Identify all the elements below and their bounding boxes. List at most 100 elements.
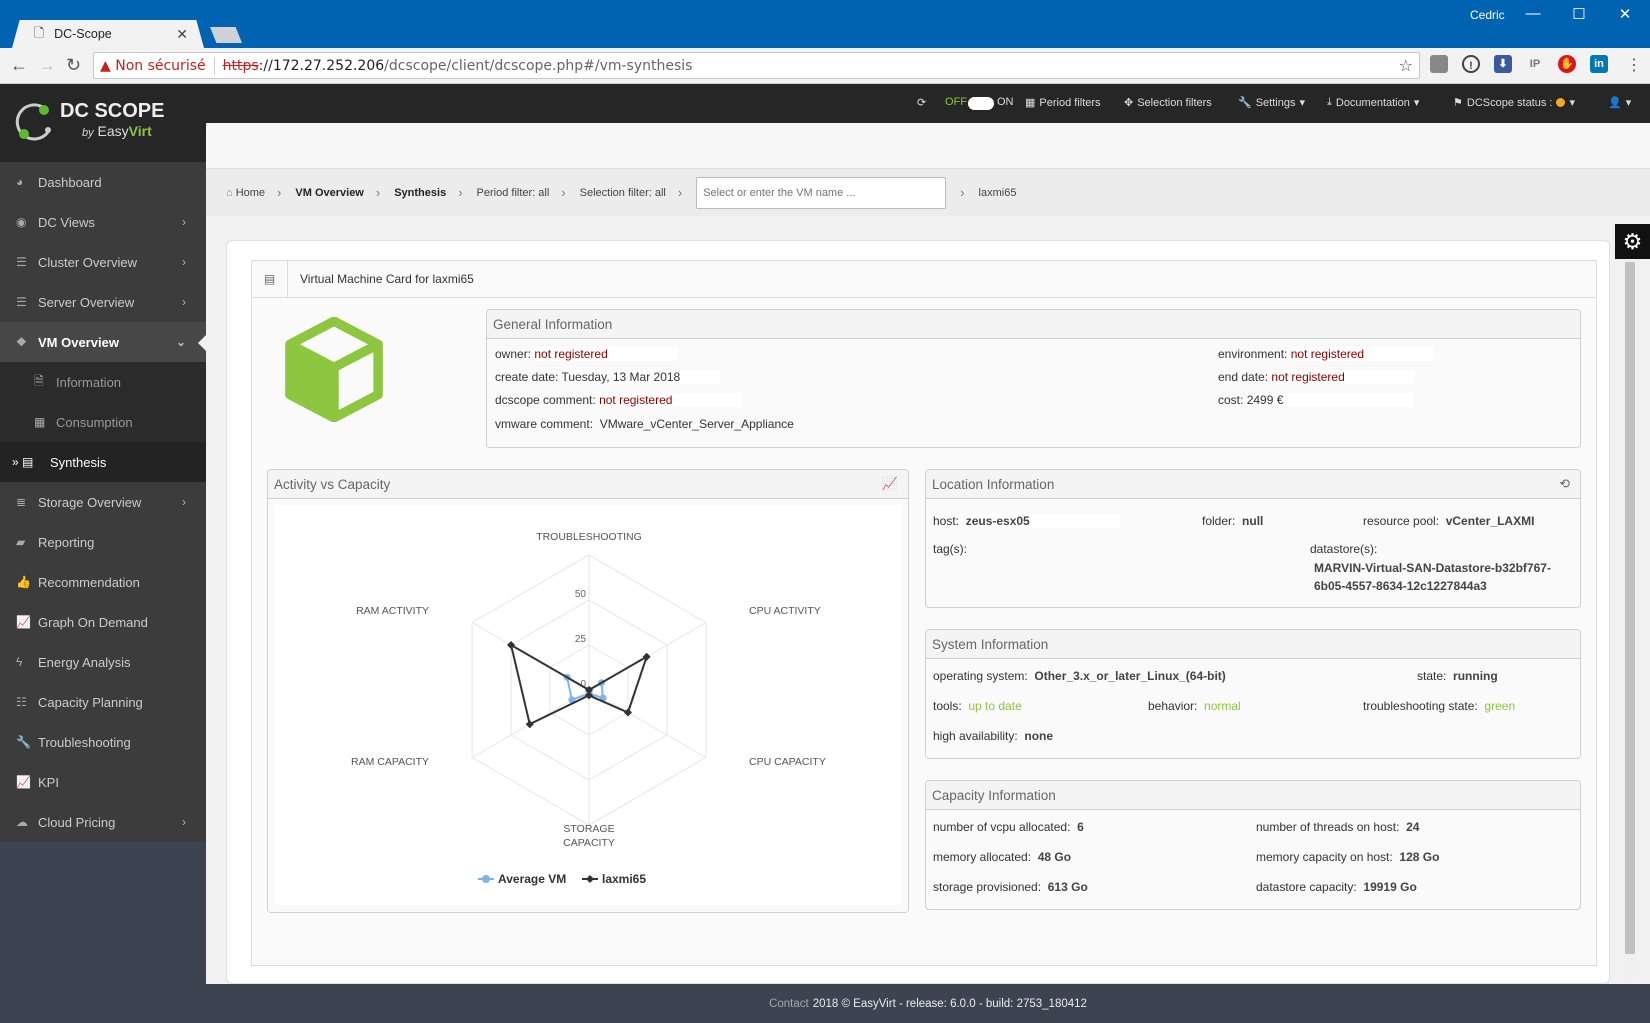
table-icon: ▦ [34,415,46,429]
flag-icon: ⚑ [1453,97,1463,109]
status-menu[interactable]: ⚑ DCScope status : ▾ [1453,96,1575,110]
settings-label: Settings [1255,96,1296,109]
id-card-icon: » ▤ [12,455,34,469]
user-icon: 👤 [1608,97,1622,109]
download-extension-icon[interactable]: ⬇ [1494,55,1512,73]
download-icon: ⤓ [1327,96,1332,108]
gears-settings-button[interactable]: ⚙ [1615,224,1650,259]
sidebar-item-label: DC Views [38,214,95,230]
adblock-icon[interactable]: ✋ [1558,55,1576,73]
memory-allocated-value: 48 Go [1037,850,1072,864]
contact-link[interactable]: Contact [769,998,809,1010]
breadcrumb-synthesis[interactable]: Synthesis [394,187,446,199]
close-tab-icon[interactable]: ✕ [176,26,188,43]
sidebar-item-kpi[interactable]: 📈 KPI [0,762,206,802]
sidebar-item-cloud-pricing[interactable]: ☁ Cloud Pricing › [0,802,206,842]
data-point [525,720,534,729]
active-indicator [198,335,206,351]
sidebar-item-energy-analysis[interactable]: ϟ Energy Analysis [0,642,206,682]
sidebar-item-capacity-planning[interactable]: ☷ Capacity Planning [0,682,206,722]
sidebar-item-server-overview[interactable]: ☰ Server Overview › [0,282,206,322]
sidebar-item-storage-overview[interactable]: ≣ Storage Overview › [0,482,206,522]
menu-icon[interactable]: ⋮ [1626,55,1642,75]
logo[interactable]: DC SCOPE by EasyVirt [0,84,206,162]
extension-icon[interactable] [1430,55,1448,73]
sidebar-item-synthesis[interactable]: » ▤ Synthesis [0,442,206,482]
selection-filters-button[interactable]: ✥ Selection filters [1124,96,1212,110]
legend-item: Average VM [498,872,566,886]
reload-icon[interactable]: ↻ [66,55,81,76]
chevron-right-icon: › [677,185,683,200]
breadcrumb-selection-filter[interactable]: Selection filter: all [580,187,666,199]
sidebar-item-cluster-overview[interactable]: ☰ Cluster Overview › [0,242,206,282]
sidebar-item-information[interactable]: 🗎 Information [0,362,206,402]
sidebar-item-label: VM Overview [38,334,119,350]
breadcrumb-home[interactable]: ⌂ Home [226,187,265,199]
close-window-icon[interactable]: ✕ [1610,5,1640,23]
settings-menu[interactable]: 🔧 Settings ▾ [1238,96,1305,110]
ip-extension-icon[interactable]: IP [1526,55,1544,73]
home-icon: ⌂ [226,186,236,199]
bookmark-star-icon[interactable]: ☆ [1399,56,1413,75]
database-icon: ≣ [16,495,27,509]
sliders-icon: ☷ [16,695,27,709]
page-header-area [206,123,1650,168]
user-menu[interactable]: 👤 ▾ [1608,96,1631,109]
panel-title: Capacity Information [926,781,1580,810]
breadcrumb: ⌂ Home › VM Overview › Synthesis › Period f… [206,168,1650,216]
sidebar-item-label: Consumption [56,414,133,430]
file-icon: 🗎 [34,373,44,388]
sidebar-item-label: Reporting [38,534,95,550]
id-card-icon: ▤ [252,260,288,298]
tags-label: tag(s): [933,542,968,556]
resource-pool-label: resource pool: [1363,514,1440,528]
sidebar-item-label: Capacity Planning [38,694,143,710]
logo-brand-virt: Virt [128,123,152,139]
minimize-icon[interactable]: — [1518,5,1548,22]
back-icon[interactable]: ← [10,55,28,76]
sidebar-item-graph-on-demand[interactable]: 📈 Graph On Demand [0,602,206,642]
breadcrumb-period-filter[interactable]: Period filter: all [477,187,550,199]
sidebar-item-reporting[interactable]: ▰ Reporting [0,522,206,562]
tools-value: up to date [968,699,1022,713]
refresh-icon[interactable]: ⟳ [917,96,926,109]
url-input[interactable]: ▲ Non sécurisé https://172.27.252.206/dcs… [93,52,1420,79]
documentation-menu[interactable]: ⤓ Documentation ▾ [1327,96,1419,109]
period-filters-button[interactable]: ▦ Period filters [1025,96,1101,110]
sidebar-item-consumption[interactable]: ▦ Consumption [0,402,206,442]
book-icon: ▰ [16,535,26,549]
host-value: zeus-esx05 [965,514,1120,528]
maximize-icon[interactable]: ☐ [1564,5,1594,23]
sidebar-item-recommendation[interactable]: 👍 Recommendation [0,562,206,602]
sidebar-item-label: Storage Overview [38,494,142,510]
high-availability-value: none [1024,729,1054,743]
sidebar-item-dc-views[interactable]: ◉ DC Views › [0,202,206,242]
page-icon: 🗋 [34,25,45,40]
linkedin-icon[interactable]: in [1590,55,1608,73]
sidebar-item-label: Synthesis [50,454,107,470]
selection-filters-label: Selection filters [1137,96,1212,109]
behavior-value: normal [1204,699,1241,713]
state-value: running [1453,669,1498,683]
chevron-right-icon: › [458,185,463,200]
axis-label: TROUBLESHOOTING [536,531,642,543]
breadcrumb-vm-overview[interactable]: VM Overview [295,187,363,199]
vm-search-input[interactable] [696,176,947,209]
forward-icon[interactable]: → [38,55,56,76]
datastore-capacity-value: 19919 Go [1363,880,1417,894]
sidebar-item-vm-overview[interactable]: ❖ VM Overview ⌄ [0,322,206,362]
sidebar-item-troubleshooting[interactable]: 🔧 Troubleshooting [0,722,206,762]
chevron-right-icon: › [375,185,381,200]
calendar-icon: ▦ [1025,97,1036,109]
sidebar-item-label: Dashboard [38,174,102,190]
info-extension-icon[interactable]: ! [1462,55,1480,73]
history-icon[interactable]: ⟲ [1559,476,1570,492]
auto-refresh-toggle[interactable] [968,97,994,110]
dcscope-comment-value: not registered [599,393,743,407]
sidebar-item-dashboard[interactable]: ◕ Dashboard [0,162,206,202]
browser-tab[interactable]: 🗋 DC-Scope ✕ [12,20,204,48]
wrench-icon: 🔧 [1238,97,1252,109]
scrollbar-thumb[interactable] [1625,262,1635,954]
sidebar-item-label: Information [56,374,122,390]
vm-card-header: ▤ Virtual Machine Card for laxmi65 [252,260,1596,298]
